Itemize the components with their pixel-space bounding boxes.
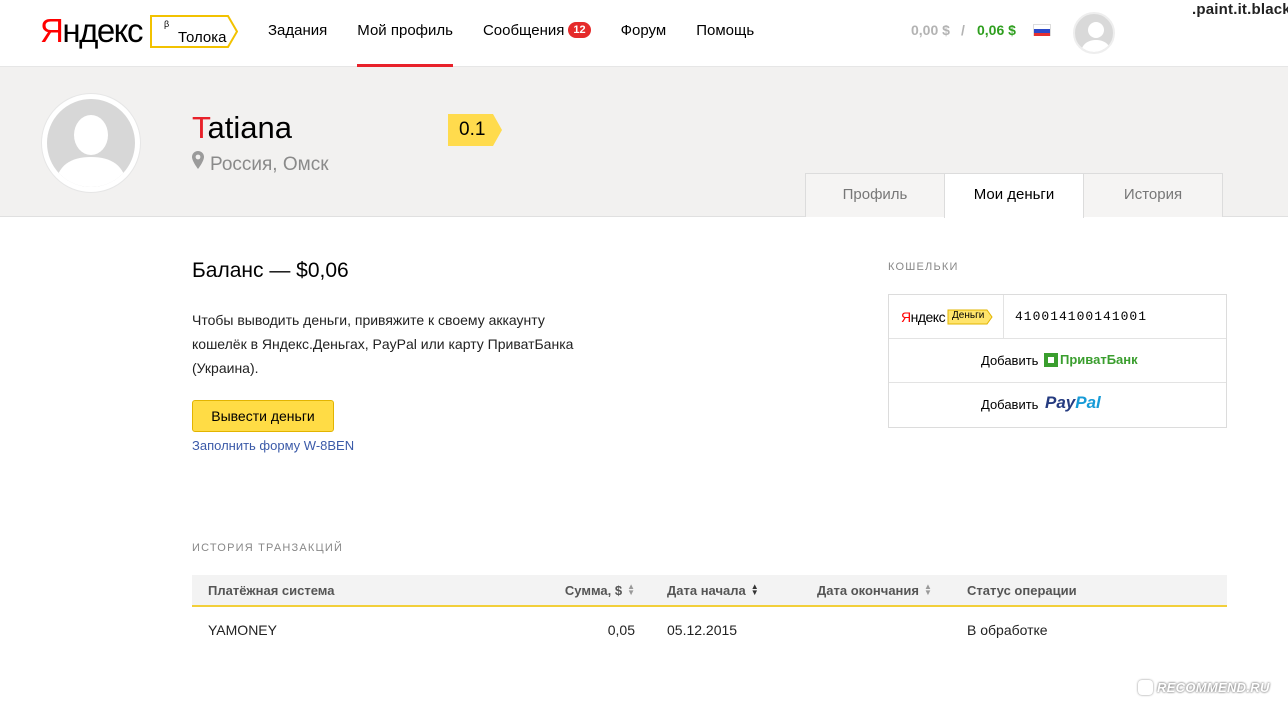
profile-tabs: Профиль Мои деньги История bbox=[805, 173, 1223, 218]
col-status: Статус операции bbox=[951, 575, 1227, 606]
col-status-label: Статус операции bbox=[967, 582, 1077, 598]
sort-icon: ▲ ▼ bbox=[627, 582, 635, 598]
nav-tasks-label: Задания bbox=[268, 22, 328, 39]
privatbank-brand-text: ПриватБанк bbox=[1060, 352, 1138, 367]
name-first-letter: T bbox=[192, 110, 208, 145]
table-row: YAMONEY 0,05 05.12.2015 В обработке bbox=[192, 606, 1227, 652]
withdraw-money-button[interactable]: Вывести деньги bbox=[192, 400, 334, 432]
table-header-row: Платёжная система Сумма, $ ▲ ▼ Дата начала… bbox=[192, 575, 1227, 606]
paypal-brand-pay: Pay bbox=[1045, 393, 1076, 412]
yandex-wallet-number: 410014100141001 bbox=[1015, 309, 1148, 324]
image-watermark: .paint.it.black. bbox=[1192, 1, 1288, 18]
profile-name: Tatiana bbox=[192, 110, 292, 146]
nav-help[interactable]: Помощь bbox=[696, 0, 754, 67]
yandex-logo[interactable]: Яндекс bbox=[40, 12, 143, 50]
transactions-table: Платёжная система Сумма, $ ▲ ▼ Дата начала… bbox=[192, 575, 1227, 652]
recommend-logo-icon bbox=[1138, 680, 1153, 696]
location-text: Россия, Омск bbox=[210, 154, 329, 176]
logo-first-letter: Я bbox=[40, 12, 64, 49]
col-end-date-label: Дата окончания bbox=[817, 582, 919, 598]
col-amount[interactable]: Сумма, $ ▲ ▼ bbox=[532, 575, 651, 606]
wallet-row-privatbank: Добавить ПриватБанк bbox=[889, 339, 1226, 383]
user-avatar-icon[interactable] bbox=[1073, 12, 1115, 54]
nav-my-profile-label: Мой профиль bbox=[357, 22, 453, 39]
ym-tag-text: Деньги bbox=[952, 310, 985, 321]
nav-my-profile[interactable]: Мой профиль bbox=[357, 0, 453, 67]
col-start-date[interactable]: Дата начала ▲ ▼ bbox=[651, 575, 801, 606]
nav-help-label: Помощь bbox=[696, 22, 755, 39]
add-paypal-button[interactable]: Добавить PayPal bbox=[889, 383, 1226, 427]
profile-location: Россия, Омск bbox=[192, 151, 329, 177]
col-start-date-label: Дата начала bbox=[667, 582, 746, 598]
nav-messages-label: Сообщения bbox=[482, 22, 565, 39]
profile-avatar-icon bbox=[42, 94, 140, 192]
service-name: Толока β bbox=[164, 19, 227, 46]
recommend-watermark-text: RECOMMEND.RU bbox=[1157, 680, 1270, 695]
wallets-panel: Яндекс Деньги 410014100141001 Добавить П… bbox=[888, 294, 1227, 428]
tab-profile-label: Профиль bbox=[842, 186, 908, 203]
balance-separator: / bbox=[961, 22, 965, 38]
wallet-row-paypal: Добавить PayPal bbox=[889, 383, 1226, 427]
nav-tasks[interactable]: Задания bbox=[268, 0, 327, 67]
col-end-date[interactable]: Дата окончания ▲ ▼ bbox=[801, 575, 951, 606]
pending-balance: 0,00 $ bbox=[911, 22, 950, 38]
yandex-money-logo: Яндекс bbox=[901, 309, 946, 325]
wallet-row-yandex: Яндекс Деньги 410014100141001 bbox=[889, 295, 1226, 339]
service-name-text: Толока bbox=[178, 29, 227, 46]
tab-my-money[interactable]: Мои деньги bbox=[944, 173, 1084, 218]
logo-rest: ндекс bbox=[62, 12, 143, 49]
rating-value: 0.1 bbox=[459, 119, 486, 140]
wallet-divider bbox=[1003, 295, 1004, 338]
balance-title: Баланс — $0,06 bbox=[192, 259, 349, 282]
w8ben-form-link[interactable]: Заполнить форму W-8BEN bbox=[192, 438, 354, 453]
tab-history[interactable]: История bbox=[1083, 173, 1223, 217]
col-payment-system-label: Платёжная система bbox=[208, 582, 335, 598]
avatar-silhouette-icon bbox=[1080, 22, 1112, 52]
add-privatbank-label: Добавить bbox=[981, 353, 1039, 368]
tab-history-label: История bbox=[1123, 186, 1183, 203]
cell-start-date: 05.12.2015 bbox=[667, 621, 738, 638]
cell-status: В обработке bbox=[967, 621, 1048, 638]
add-privatbank-button[interactable]: Добавить ПриватБанк bbox=[889, 339, 1226, 383]
col-amount-label: Сумма, $ bbox=[564, 582, 623, 598]
location-pin-icon bbox=[192, 151, 204, 175]
cell-end-date bbox=[801, 606, 951, 652]
col-payment-system: Платёжная система bbox=[192, 575, 532, 606]
recommend-watermark: RECOMMEND.RU bbox=[1138, 680, 1270, 696]
cell-amount: 0,05 bbox=[607, 621, 635, 638]
cell-payment-system: YAMONEY bbox=[208, 621, 277, 638]
messages-count-badge: 12 bbox=[568, 22, 591, 39]
name-rest: atiana bbox=[207, 110, 292, 145]
available-balance[interactable]: 0,06 $ bbox=[977, 22, 1016, 38]
russia-flag-icon[interactable] bbox=[1033, 24, 1051, 36]
nav-forum[interactable]: Форум bbox=[621, 0, 667, 67]
privatbank-icon bbox=[1044, 352, 1058, 367]
transaction-history-label: ИСТОРИЯ ТРАНЗАКЦИЙ bbox=[192, 542, 344, 554]
privatbank-logo: ПриватБанк bbox=[1044, 352, 1138, 367]
sort-icon: ▲ ▼ bbox=[923, 582, 932, 598]
top-header: Яндекс Толока β Задания Мой профиль Сообщ… bbox=[0, 0, 1288, 67]
paypal-logo: PayPal bbox=[1045, 393, 1101, 413]
main-nav: Задания Мой профиль Сообщения 12 Форум По… bbox=[268, 0, 784, 67]
tab-my-money-label: Мои деньги bbox=[973, 186, 1055, 203]
paypal-brand-pal: Pal bbox=[1075, 393, 1101, 412]
service-beta-sup: β bbox=[164, 19, 170, 29]
ym-logo-rest: ндекс bbox=[910, 309, 946, 325]
balance-instructions: Чтобы выводить деньги, привяжите к своем… bbox=[192, 312, 574, 376]
ym-logo-first: Я bbox=[901, 309, 911, 325]
toloka-service-label[interactable]: Толока β bbox=[150, 15, 238, 48]
nav-messages[interactable]: Сообщения 12 bbox=[483, 0, 591, 67]
nav-forum-label: Форум bbox=[620, 22, 667, 39]
yandex-money-tag: Деньги bbox=[947, 309, 993, 325]
profile-silhouette-icon bbox=[55, 115, 127, 187]
rating-badge: 0.1 bbox=[448, 114, 502, 146]
wallets-label: КОШЕЛЬКИ bbox=[888, 261, 959, 273]
sort-active-icon: ▲ ▼ bbox=[750, 582, 759, 598]
add-paypal-label: Добавить bbox=[981, 397, 1039, 412]
tab-profile[interactable]: Профиль bbox=[805, 173, 945, 217]
